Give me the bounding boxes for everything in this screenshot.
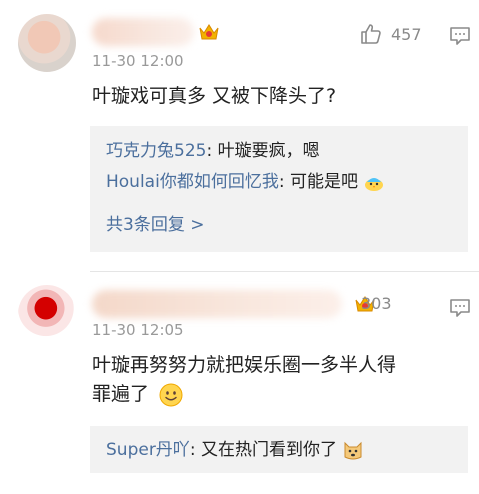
username-blurred[interactable] (92, 18, 194, 46)
like-count: 457 (391, 24, 422, 44)
crown-badge-icon (199, 24, 219, 40)
comment-time: 11-30 12:05 (92, 321, 184, 339)
reply-list[interactable]: 巧克力兔525: 叶璇要疯，嗯 Houlai你都如何回忆我: 可能是吧 共3条回… (90, 126, 468, 252)
reply-item[interactable]: Houlai你都如何回忆我: 可能是吧 (106, 167, 454, 198)
reply-username[interactable]: Super丹吖 (106, 440, 190, 460)
comment-icon[interactable] (449, 26, 471, 46)
username-blurred[interactable] (92, 290, 342, 318)
comment-item: 457 11-30 12:00 叶璇戏可真多 又被下降头了? 巧克力兔525: … (0, 0, 479, 258)
reply-item[interactable]: Super丹吖: 又在热门看到你了 (106, 435, 454, 466)
reply-username[interactable]: Houlai你都如何回忆我 (106, 172, 279, 192)
reply-text: 可能是吧 (284, 172, 358, 192)
reply-text: 又在热门看到你了 (195, 440, 337, 460)
divider (90, 271, 479, 272)
comment-text-line: 叶璇再努努力就把娱乐圈一多半人得 (92, 354, 397, 376)
chick-emoji (365, 178, 384, 191)
doge-emoji (344, 441, 362, 460)
comment-text: 叶璇再努努力就把娱乐圈一多半人得 罪遍了 (92, 351, 467, 409)
reply-list[interactable]: Super丹吖: 又在热门看到你了 (90, 426, 468, 473)
like-count: 303 (361, 294, 392, 313)
reply-text: 叶璇要疯，嗯 (212, 141, 320, 161)
comment-icon[interactable] (449, 298, 471, 318)
reply-item[interactable]: 巧克力兔525: 叶璇要疯，嗯 (106, 136, 454, 167)
more-replies-link[interactable]: 共3条回复 > (106, 210, 454, 241)
avatar[interactable] (18, 285, 76, 343)
comment-time: 11-30 12:00 (92, 52, 184, 70)
comment-text: 叶璇戏可真多 又被下降头了? (92, 85, 337, 107)
comment-item: 303 11-30 12:05 叶璇再努努力就把娱乐圈一多半人得 罪遍了 Sup… (0, 280, 479, 494)
thumbs-up-icon (361, 24, 381, 44)
reply-username[interactable]: 巧克力兔525 (106, 141, 206, 161)
like-button[interactable]: 457 (359, 22, 422, 46)
avatar[interactable] (18, 14, 76, 72)
like-button[interactable]: 303 (361, 294, 392, 313)
smile-emoji (159, 383, 183, 406)
comment-text-line: 罪遍了 (92, 380, 467, 409)
comment-text-tail: 罪遍了 (92, 383, 150, 405)
